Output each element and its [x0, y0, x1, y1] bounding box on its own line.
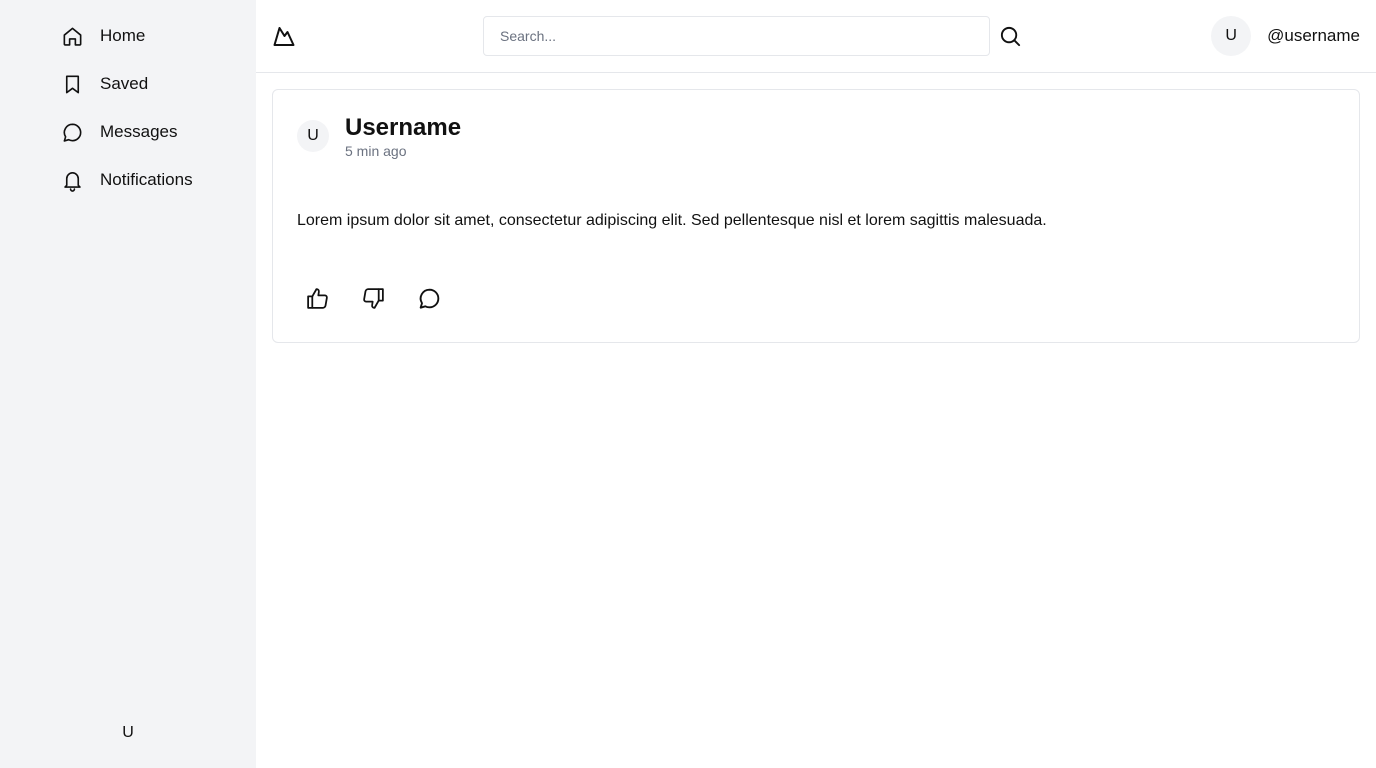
post-author[interactable]: Username [345, 114, 461, 142]
post-actions [297, 282, 1335, 314]
sidebar-item-label: Messages [100, 122, 178, 141]
sidebar-item-home[interactable]: Home [0, 12, 256, 60]
search-input[interactable] [483, 16, 990, 56]
search-bar [483, 16, 1022, 56]
sidebar-item-notifications[interactable]: Notifications [0, 156, 256, 204]
avatar[interactable]: U [297, 120, 329, 152]
sidebar-item-messages[interactable]: Messages [0, 108, 256, 156]
user-menu[interactable]: U @username [1211, 16, 1360, 56]
home-icon [60, 24, 84, 48]
sidebar-item-label: Saved [100, 74, 149, 93]
post-card: U Username 5 min ago Lorem ipsum dolor s… [272, 89, 1360, 343]
feed: U Username 5 min ago Lorem ipsum dolor s… [256, 73, 1376, 359]
username-handle[interactable]: @username [1267, 26, 1360, 46]
search-icon[interactable] [998, 24, 1022, 48]
sidebar-user-initial[interactable]: U [0, 724, 256, 742]
thumbs-down-icon[interactable] [353, 282, 393, 314]
bookmark-icon [60, 72, 84, 96]
avatar[interactable]: U [1211, 16, 1252, 56]
mountain-logo-icon[interactable] [272, 24, 296, 48]
sidebar-item-saved[interactable]: Saved [0, 60, 256, 108]
top-bar: U @username [256, 0, 1376, 73]
sidebar-item-label: Home [100, 26, 146, 45]
post-header: U Username 5 min ago [297, 114, 1335, 160]
main-area: U @username U Username 5 min ago Lorem i… [256, 0, 1376, 768]
bell-icon [60, 168, 84, 192]
comment-icon[interactable] [409, 282, 449, 314]
thumbs-up-icon[interactable] [297, 282, 337, 314]
post-timestamp: 5 min ago [345, 143, 407, 159]
sidebar-item-label: Notifications [100, 170, 193, 189]
post-body: Lorem ipsum dolor sit amet, consectetur … [297, 212, 1047, 229]
app-root: Home Saved Messages Notifications U Sear… [0, 0, 1376, 768]
sidebar-nav: Home Saved Messages Notifications [0, 0, 256, 204]
message-icon [60, 120, 84, 144]
post-meta: Username 5 min ago [345, 114, 461, 160]
sidebar: Home Saved Messages Notifications U [0, 0, 256, 768]
